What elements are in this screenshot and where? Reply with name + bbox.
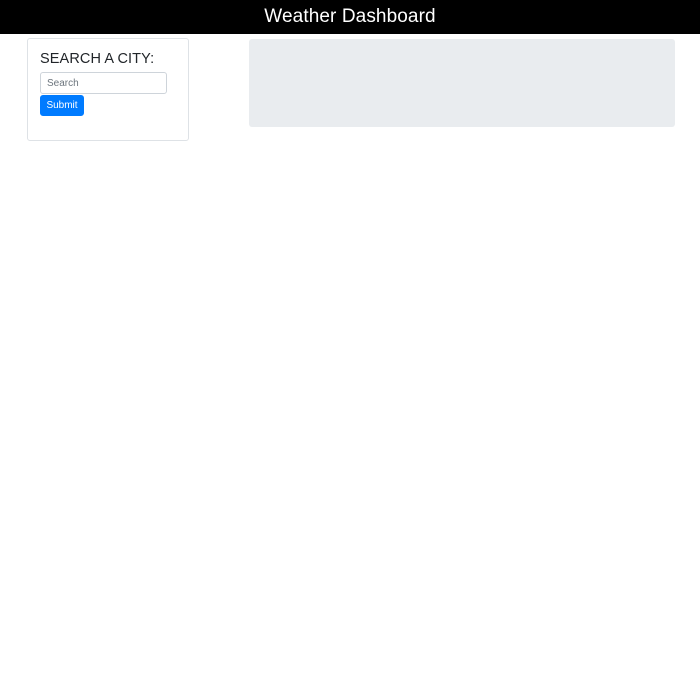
submit-button[interactable]: Submit bbox=[40, 95, 84, 116]
search-card: SEARCH A CITY: Submit bbox=[27, 38, 189, 141]
app-header: Weather Dashboard bbox=[0, 0, 700, 34]
app-title: Weather Dashboard bbox=[264, 6, 436, 27]
search-heading: SEARCH A CITY: bbox=[40, 51, 155, 67]
weather-panel bbox=[249, 39, 675, 127]
search-input[interactable] bbox=[40, 72, 167, 94]
